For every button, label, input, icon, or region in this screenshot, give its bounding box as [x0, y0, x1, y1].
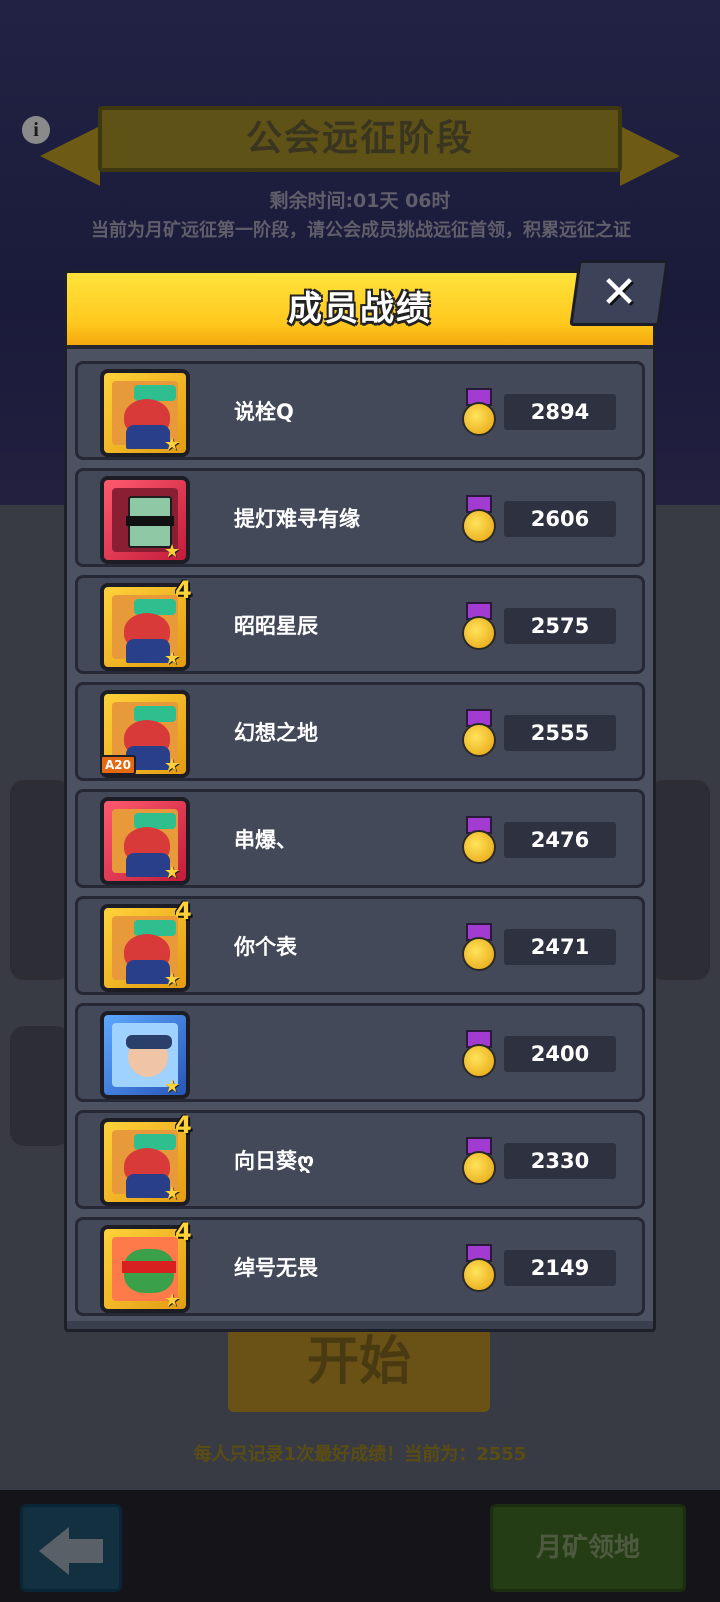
back-button[interactable] — [20, 1504, 122, 1592]
medal-icon — [462, 388, 496, 436]
medal-icon — [462, 1137, 496, 1185]
best-record-note: 每人只记录1次最好成绩！当前为：2555 — [193, 1444, 527, 1465]
medal-icon — [462, 816, 496, 864]
close-icon: ✕ — [600, 267, 638, 318]
medal-icon — [462, 495, 496, 543]
medal-coin — [462, 1258, 496, 1292]
medal-coin — [462, 723, 496, 757]
modal-title: 成员战绩 — [288, 289, 432, 329]
star-icon: ★ — [164, 969, 181, 990]
member-row[interactable]: A20 ★ 幻想之地 2555 — [75, 682, 645, 781]
star-icon: ★ — [164, 1183, 181, 1204]
avatar-mask — [122, 1261, 176, 1273]
stage-title: 公会远征阶段 — [98, 106, 622, 172]
member-score: 2330 — [504, 1143, 616, 1179]
background-card-left — [10, 780, 70, 980]
avatar-visor — [126, 1035, 172, 1049]
rank-badge: 4 — [175, 1218, 192, 1246]
member-score: 2555 — [504, 715, 616, 751]
member-name: 你个表 — [234, 935, 297, 959]
medal-coin — [462, 1044, 496, 1078]
medal-icon — [462, 709, 496, 757]
member-score: 2149 — [504, 1250, 616, 1286]
star-icon: ★ — [164, 755, 181, 776]
member-name: 说栓Q — [234, 400, 294, 424]
medal-coin — [462, 402, 496, 436]
member-score: 2894 — [504, 394, 616, 430]
member-score: 2471 — [504, 929, 616, 965]
medal-coin — [462, 937, 496, 971]
member-row[interactable]: ★ 提灯难寻有缘 2606 — [75, 468, 645, 567]
member-row[interactable]: ★ 串爆、 2476 — [75, 789, 645, 888]
arrow-left-icon — [40, 126, 100, 186]
modal-bottom-strip — [67, 1321, 653, 1329]
back-arrow-tail — [67, 1539, 103, 1563]
stage-description: 当前为月矿远征第一阶段，请公会成员挑战远征首领，积累远征之证 — [91, 220, 631, 241]
level-badge: A20 — [100, 755, 136, 775]
member-score: 2476 — [504, 822, 616, 858]
member-score: 2400 — [504, 1036, 616, 1072]
rank-badge: 4 — [175, 576, 192, 604]
member-row[interactable]: 4 ★ 绰号无畏 2149 — [75, 1217, 645, 1316]
back-arrow-icon — [39, 1527, 69, 1575]
star-icon: ★ — [164, 434, 181, 455]
medal-coin — [462, 1151, 496, 1185]
rank-badge: 4 — [175, 1111, 192, 1139]
member-name: 幻想之地 — [234, 721, 318, 745]
medal-icon — [462, 1030, 496, 1078]
background-reward-card — [10, 1026, 70, 1146]
medal-icon — [462, 602, 496, 650]
member-name: 串爆、 — [234, 828, 297, 852]
star-icon: ★ — [164, 862, 181, 883]
member-name: 提灯难寻有缘 — [234, 507, 360, 531]
star-icon: ★ — [164, 1290, 181, 1311]
member-name: 绰号无畏 — [234, 1256, 318, 1280]
medal-icon — [462, 923, 496, 971]
background-card-right — [650, 780, 710, 980]
star-icon: ★ — [164, 1076, 181, 1097]
member-row[interactable]: ★ 2400 — [75, 1003, 645, 1102]
member-score: 2575 — [504, 608, 616, 644]
medal-coin — [462, 509, 496, 543]
medal-coin — [462, 830, 496, 864]
remaining-time: 剩余时间:01天 06时 — [269, 190, 451, 212]
member-name: 向日葵ღ — [234, 1149, 315, 1173]
star-icon: ★ — [164, 541, 181, 562]
member-score: 2606 — [504, 501, 616, 537]
avatar-glasses — [126, 516, 174, 526]
member-row[interactable]: 4 ★ 昭昭星辰 2575 — [75, 575, 645, 674]
member-records-modal: 成员战绩 ★ 说栓Q 2894 ★ 提灯难寻有缘 2606 4 ★ 昭昭星辰 2575 A20 ★ 幻想… — [64, 270, 656, 1332]
moon-territory-button[interactable]: 月矿领地 — [490, 1504, 686, 1592]
star-icon: ★ — [164, 648, 181, 669]
arrow-right-icon — [620, 126, 680, 186]
member-name: 昭昭星辰 — [234, 614, 318, 638]
member-row[interactable]: 4 ★ 你个表 2471 — [75, 896, 645, 995]
member-row[interactable]: 4 ★ 向日葵ღ 2330 — [75, 1110, 645, 1209]
member-list[interactable]: ★ 说栓Q 2894 ★ 提灯难寻有缘 2606 4 ★ 昭昭星辰 2575 A20 ★ 幻想之地 255… — [75, 361, 645, 1324]
modal-header: 成员战绩 — [67, 273, 653, 349]
rank-badge: 4 — [175, 897, 192, 925]
medal-icon — [462, 1244, 496, 1292]
member-row[interactable]: ★ 说栓Q 2894 — [75, 361, 645, 460]
medal-coin — [462, 616, 496, 650]
close-button[interactable]: ✕ — [569, 260, 669, 326]
